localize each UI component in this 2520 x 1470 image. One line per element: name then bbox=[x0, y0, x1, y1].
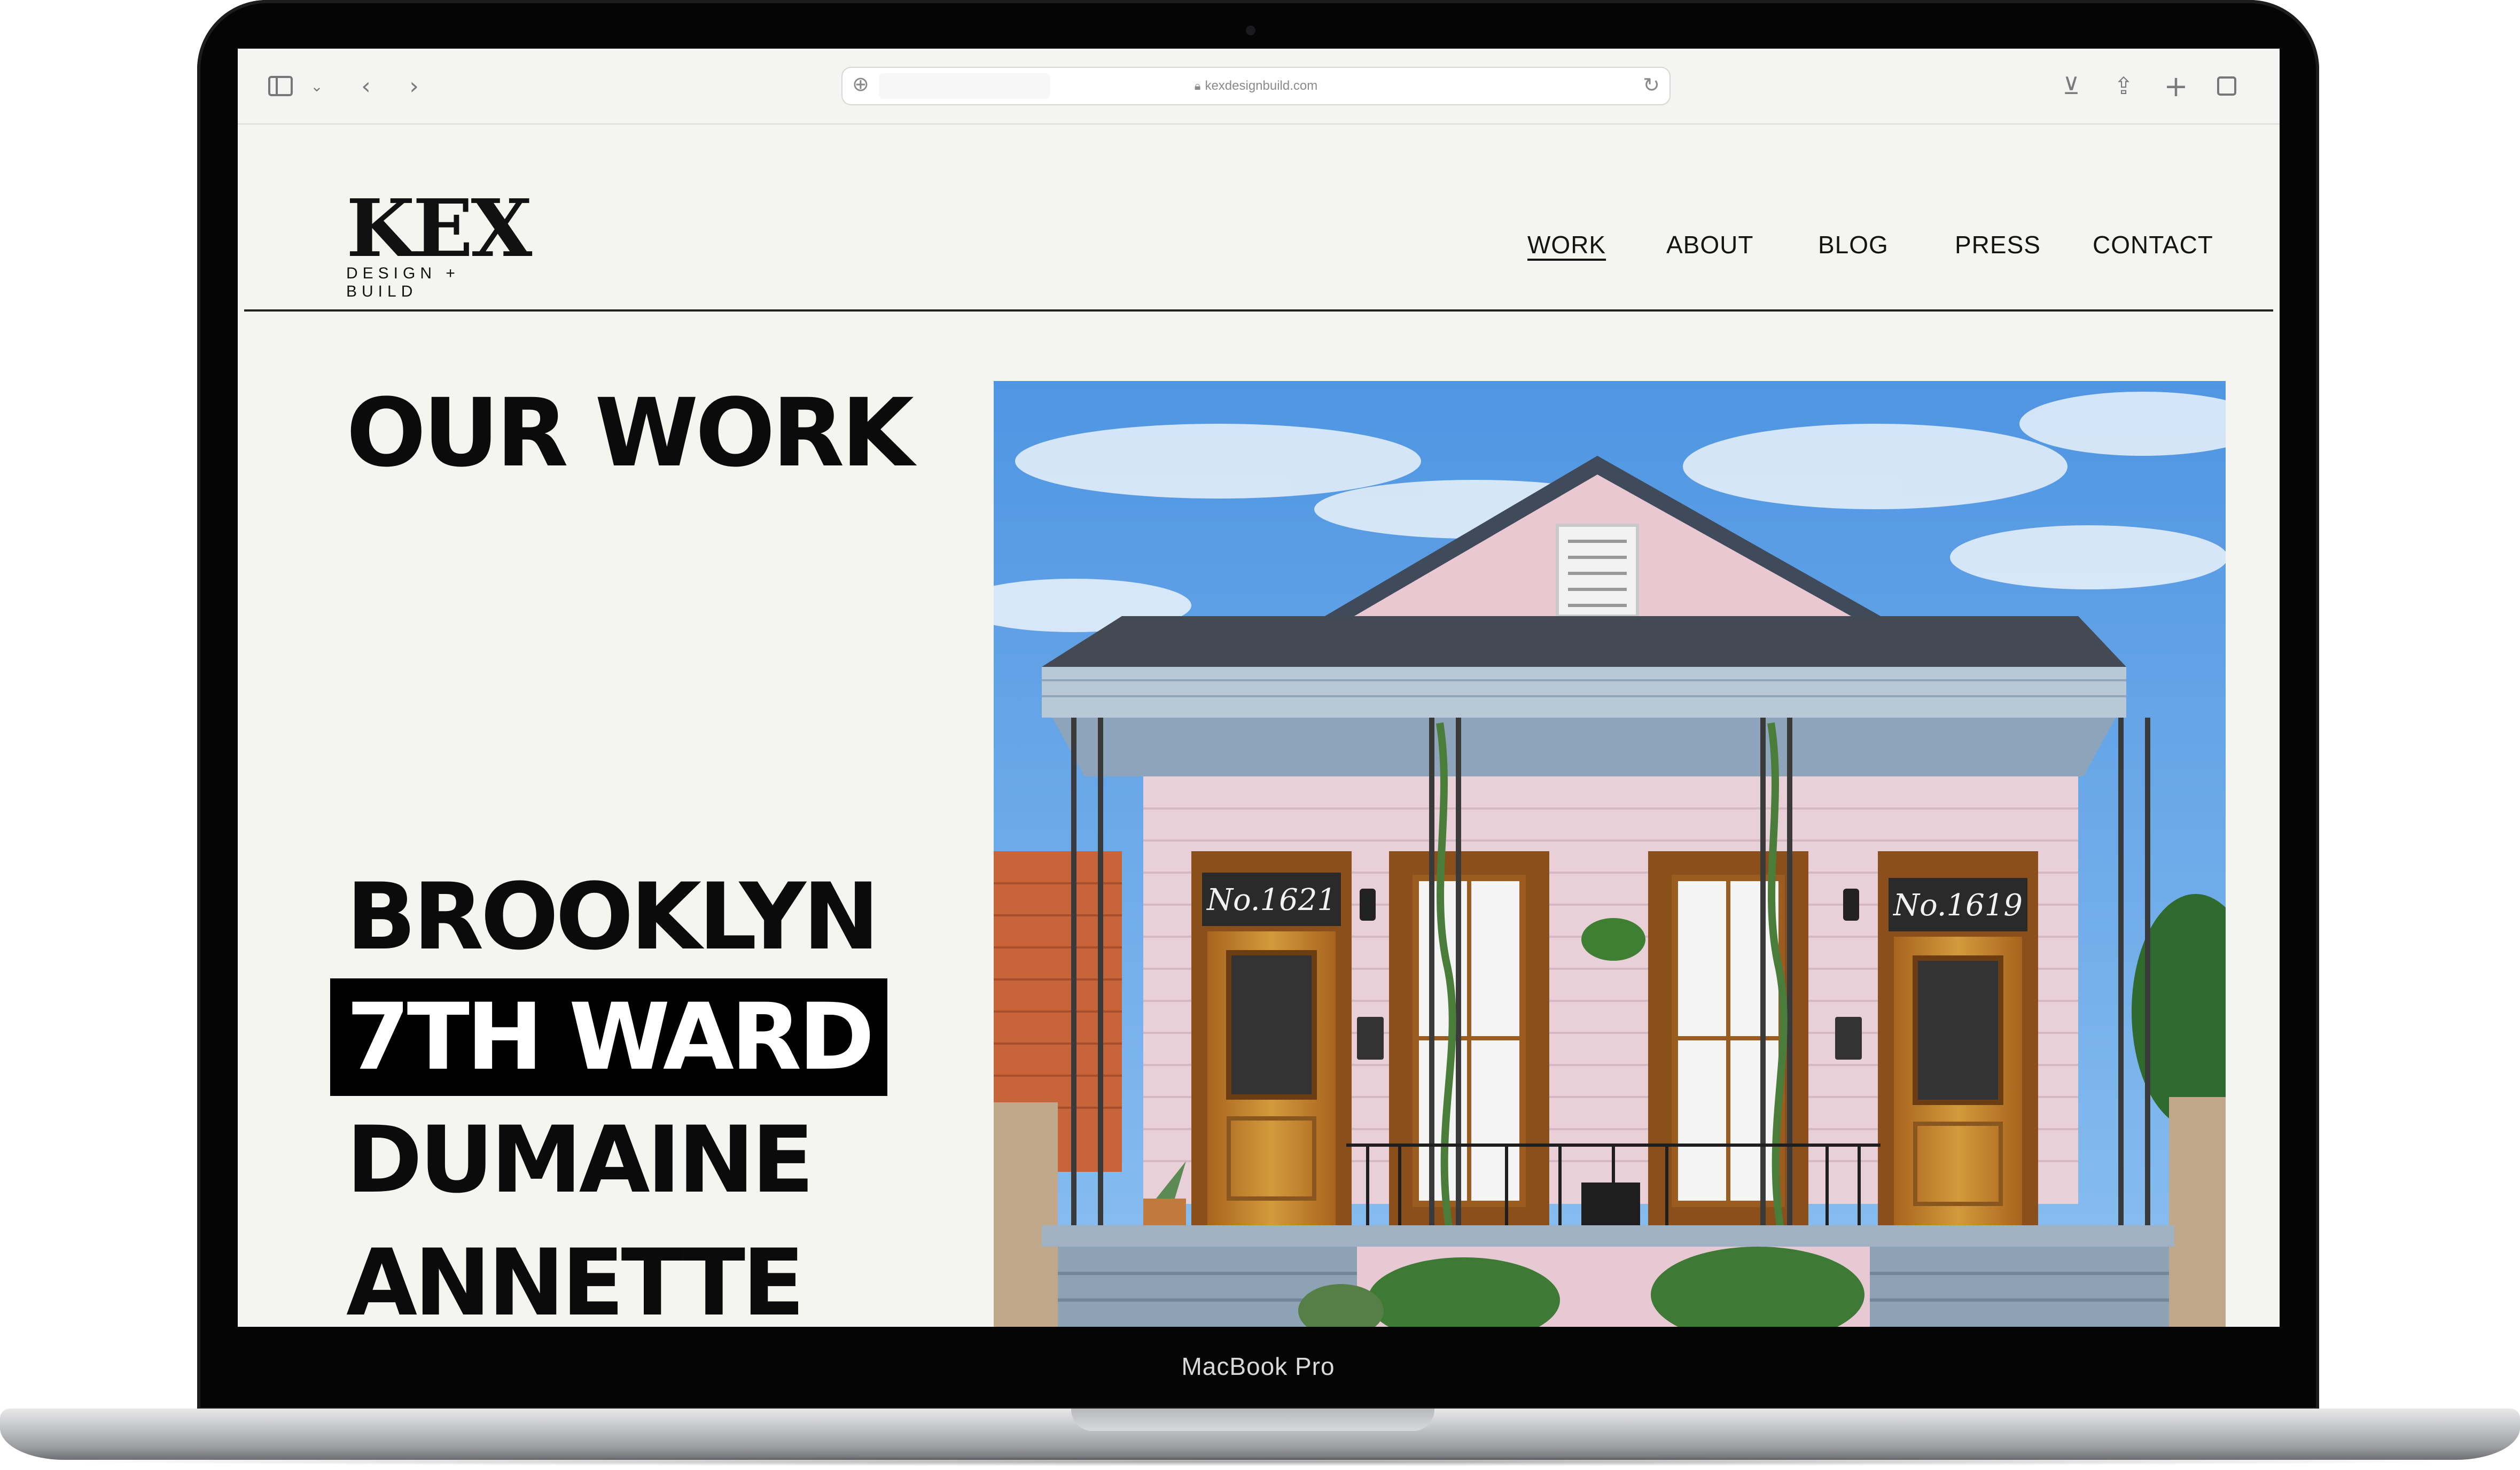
header-divider bbox=[244, 309, 2273, 312]
chevron-down-icon[interactable]: ⌄ bbox=[306, 70, 327, 102]
roof bbox=[1042, 616, 2126, 667]
url-text: 🔒︎ kexdesignbuild.com bbox=[842, 68, 1669, 104]
camera-icon bbox=[1246, 26, 1255, 35]
browser-toolbar: ⌄ ‹ › ⛉ ⌘ ◔ ⊕ 🔒︎kexdesignbuild.com ↻ ⊻ ⇪… bbox=[238, 49, 2280, 125]
new-tab-icon[interactable]: + bbox=[2160, 69, 2192, 103]
site-header: KEX DESIGN + BUILD WORK ABOUT BLOG PRESS… bbox=[238, 123, 2280, 312]
tab-overview-icon[interactable] bbox=[2211, 70, 2243, 102]
project-item-annette[interactable]: ANNETTE bbox=[346, 1224, 805, 1327]
base-shadow bbox=[32, 1457, 2488, 1466]
reload-icon[interactable]: ↻ bbox=[1643, 73, 1660, 97]
left-door-number: No.1621 bbox=[1206, 883, 1336, 917]
project-item-brooklyn[interactable]: BROOKLYN bbox=[346, 858, 880, 976]
forward-arrow-icon[interactable]: › bbox=[401, 70, 427, 102]
logo-mark: KEX bbox=[346, 182, 532, 275]
address-bar[interactable]: ⊕ 🔒︎ kexdesignbuild.com ↻ bbox=[841, 67, 1671, 105]
laptop-notch bbox=[1071, 1409, 1434, 1431]
nav-item-press[interactable]: PRESS bbox=[1955, 230, 2041, 259]
nav-item-contact[interactable]: CONTACT bbox=[2093, 230, 2213, 259]
url-label: kexdesignbuild.com bbox=[1205, 79, 1318, 93]
project-hero-image[interactable]: No.1621 No.1619 bbox=[994, 381, 2226, 1327]
back-arrow-icon[interactable]: ‹ bbox=[353, 70, 379, 102]
project-item-7th-ward[interactable]: 7TH WARD bbox=[330, 978, 888, 1096]
sidebar-toggle-icon[interactable] bbox=[264, 70, 297, 102]
page-title: OUR WORK bbox=[346, 378, 914, 488]
share-icon[interactable]: ⇪ bbox=[2108, 70, 2140, 102]
right-door-number: No.1619 bbox=[1892, 888, 2023, 923]
device-label: MacBook Pro bbox=[1181, 1352, 1335, 1380]
nav-item-work[interactable]: WORK bbox=[1527, 230, 1606, 259]
lock-icon: 🔒︎ bbox=[1194, 80, 1201, 93]
download-icon[interactable]: ⊻ bbox=[2055, 70, 2087, 102]
screen: ⌄ ‹ › ⛉ ⌘ ◔ ⊕ 🔒︎kexdesignbuild.com ↻ ⊻ ⇪… bbox=[238, 49, 2280, 1327]
nav-item-blog[interactable]: BLOG bbox=[1818, 230, 1889, 259]
site-logo[interactable]: KEX DESIGN + BUILD bbox=[346, 182, 532, 301]
nav-item-about[interactable]: ABOUT bbox=[1666, 230, 1753, 259]
project-item-dumaine[interactable]: DUMAINE bbox=[346, 1101, 814, 1219]
